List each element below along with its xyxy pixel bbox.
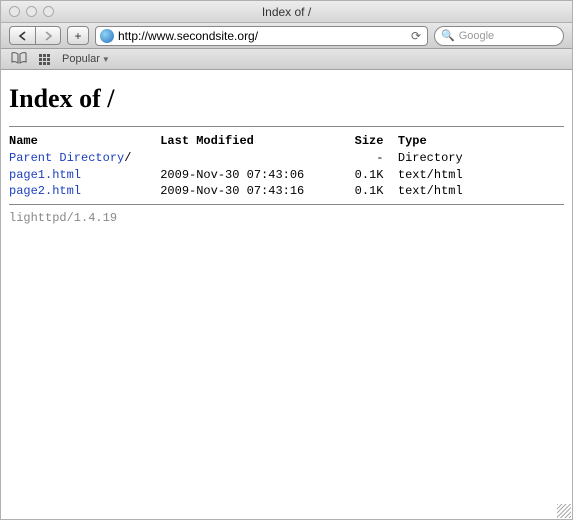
forward-button[interactable] bbox=[35, 26, 61, 45]
directory-listing: Name Last Modified Size Type Parent Dire… bbox=[9, 133, 564, 200]
page-content: Index of / Name Last Modified Size Type … bbox=[1, 70, 572, 239]
listing-link[interactable]: page1.html bbox=[9, 168, 81, 182]
back-button[interactable] bbox=[9, 26, 35, 45]
url-field[interactable]: http://www.secondsite.org/ bbox=[118, 29, 405, 43]
globe-icon bbox=[100, 29, 114, 43]
minimize-icon[interactable] bbox=[26, 6, 37, 17]
window-title: Index of / bbox=[1, 5, 572, 19]
close-icon[interactable] bbox=[9, 6, 20, 17]
chevron-down-icon: ▼ bbox=[102, 55, 110, 64]
server-signature: lighttpd/1.4.19 bbox=[9, 211, 564, 225]
book-icon[interactable] bbox=[11, 52, 27, 67]
topsites-icon[interactable] bbox=[39, 54, 50, 65]
nav-group bbox=[9, 26, 61, 45]
reload-icon: ⟳ bbox=[411, 29, 421, 43]
window-controls bbox=[1, 6, 54, 17]
popular-menu[interactable]: Popular ▼ bbox=[62, 53, 110, 65]
forward-icon bbox=[43, 31, 53, 41]
bookmarks-bar: Popular ▼ bbox=[1, 49, 572, 70]
listing-link[interactable]: Parent Directory bbox=[9, 151, 124, 165]
popular-label: Popular bbox=[62, 53, 100, 65]
divider bbox=[9, 126, 564, 127]
listing-link[interactable]: page2.html bbox=[9, 184, 81, 198]
search-icon: 🔍 bbox=[441, 29, 455, 42]
toolbar: + http://www.secondsite.org/ ⟳ 🔍 Google bbox=[1, 23, 572, 49]
resize-handle[interactable] bbox=[557, 504, 571, 518]
reload-button[interactable]: ⟳ bbox=[409, 29, 423, 43]
divider bbox=[9, 204, 564, 205]
search-placeholder: Google bbox=[459, 30, 494, 42]
browser-window: Index of / + http://www.secondsite.org/ … bbox=[0, 0, 573, 520]
plus-icon: + bbox=[74, 29, 81, 43]
page-heading: Index of / bbox=[9, 84, 564, 114]
zoom-icon[interactable] bbox=[43, 6, 54, 17]
add-bookmark-button[interactable]: + bbox=[67, 26, 89, 45]
back-icon bbox=[18, 31, 28, 41]
search-box[interactable]: 🔍 Google bbox=[434, 26, 564, 46]
titlebar: Index of / bbox=[1, 1, 572, 23]
address-bar[interactable]: http://www.secondsite.org/ ⟳ bbox=[95, 26, 428, 46]
